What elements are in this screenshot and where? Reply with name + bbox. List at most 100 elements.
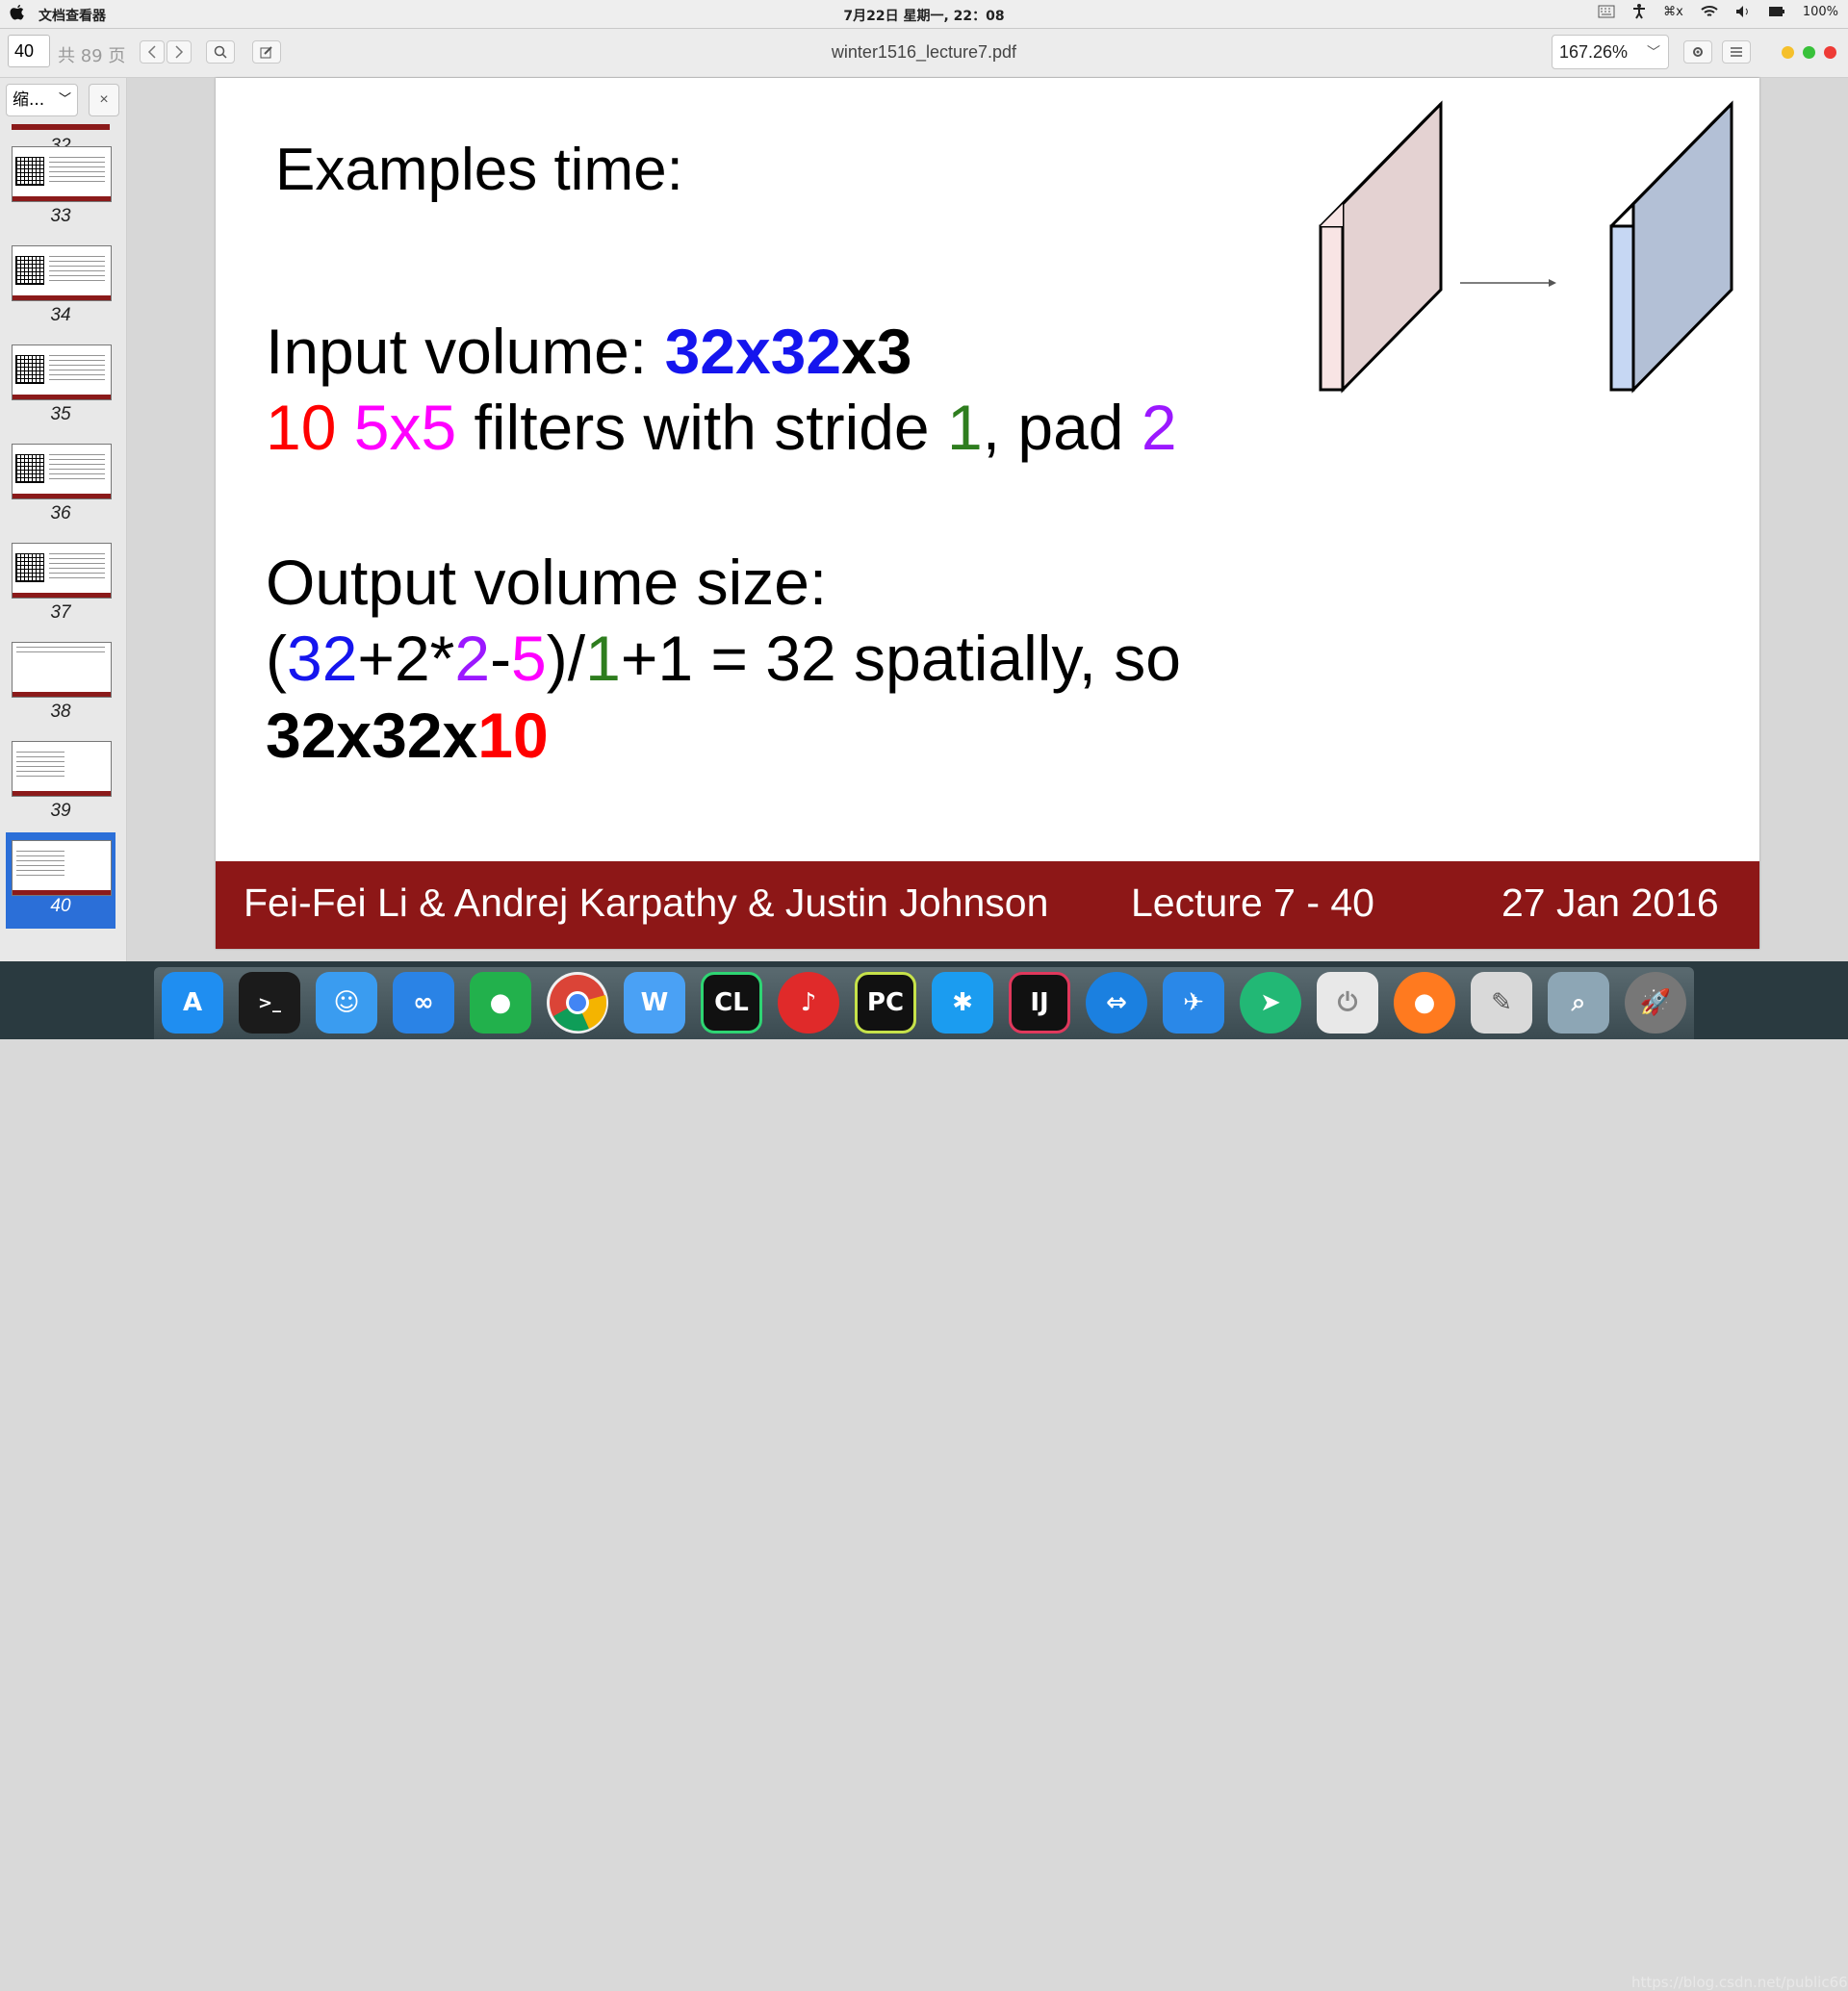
- calc-pad: 2: [454, 623, 491, 694]
- netease-music-icon[interactable]: ♪: [778, 972, 839, 1034]
- text-editor-icon[interactable]: ✎: [1471, 972, 1532, 1034]
- calc-stride: 1: [585, 623, 621, 694]
- thumbnail-page-36[interactable]: 36: [6, 440, 116, 536]
- gear-icon: [1693, 47, 1703, 57]
- volume-diagram: [1319, 100, 1733, 394]
- calc-open: (: [266, 623, 287, 694]
- calc-plus: +2*: [357, 623, 455, 694]
- thumbnail-sidebar: 缩... ﹀ × 32 33 34 35 36 37 38: [0, 78, 127, 961]
- input-spatial-size: 32x32: [664, 316, 842, 387]
- minimize-window-button[interactable]: [1782, 46, 1794, 59]
- sidebar-view-label: 缩...: [13, 90, 45, 110]
- filters-text: filters with stride: [456, 392, 947, 463]
- stride-value: 1: [946, 392, 983, 463]
- feishu-icon[interactable]: ✈: [1163, 972, 1224, 1034]
- battery-icon[interactable]: [1768, 6, 1785, 17]
- toolbar: 40 共 89 页 winter1516_lecture7.pdf 167.26…: [0, 29, 1848, 78]
- hamburger-icon: [1731, 47, 1742, 57]
- thumbnail-image: [12, 245, 112, 301]
- thumbnail-page-number: 37: [50, 602, 71, 623]
- settings-button[interactable]: [1683, 40, 1712, 64]
- xmind-icon[interactable]: ✱: [932, 972, 993, 1034]
- pdf-page: Examples time: Input volume: 32x32x3 10 …: [216, 78, 1759, 949]
- thumbnail-page-33[interactable]: 33: [6, 142, 116, 239]
- pad-value: 2: [1141, 392, 1177, 463]
- finder-icon[interactable]: ☺: [316, 972, 377, 1034]
- chrome-logo: [550, 975, 606, 1032]
- clock[interactable]: 7月22日 星期一, 22：08: [0, 6, 1848, 25]
- chevron-down-icon: ﹀: [1647, 44, 1660, 60]
- thumbnail-page-38[interactable]: 38: [6, 638, 116, 734]
- input-volume-shape: [1319, 100, 1443, 394]
- calc-filter: 5: [511, 623, 547, 694]
- wechat-icon[interactable]: ●: [470, 972, 531, 1034]
- thumbnail-image: [12, 840, 112, 896]
- document-viewer[interactable]: Examples time: Input volume: 32x32x3 10 …: [127, 78, 1848, 961]
- filter-count: 10: [266, 392, 337, 463]
- app-store-icon[interactable]: A: [162, 972, 223, 1034]
- thumbnail-page-39[interactable]: 39: [6, 737, 116, 833]
- zoom-value: 167.26%: [1559, 42, 1629, 62]
- power-icon[interactable]: ⏻: [1317, 972, 1378, 1034]
- firefox-icon[interactable]: ●: [1394, 972, 1455, 1034]
- thumbnail-image: [12, 146, 112, 202]
- result-depth: 10: [477, 700, 549, 771]
- preview-icon[interactable]: ⌕: [1548, 972, 1609, 1034]
- wifi-icon[interactable]: [1701, 5, 1718, 18]
- thumbnail-page-number: 33: [50, 206, 71, 226]
- filter-size: 5x5: [353, 392, 457, 463]
- output-volume-result: 32x32x10: [266, 699, 549, 772]
- thumbnail-page-40[interactable]: 40: [6, 832, 116, 929]
- intellij-icon[interactable]: IJ: [1009, 972, 1070, 1034]
- thumbnail-image: [12, 741, 112, 797]
- calc-minus: -: [490, 623, 512, 694]
- sidebar-view-select[interactable]: 缩... ﹀: [6, 84, 78, 116]
- thumbnail-page-35[interactable]: 35: [6, 341, 116, 437]
- dock: A >_ ☺ ∞ ● W CL ♪ PC ✱ IJ ⇔ ✈ ➤ ⏻ ● ✎ ⌕ …: [0, 961, 1848, 1991]
- dock-shelf: [154, 967, 1694, 1039]
- output-calculation-line: (32+2*2-5)/1+1 = 32 spatially, so: [266, 622, 1181, 695]
- battery-percent: 100%: [1802, 4, 1838, 19]
- thumbnail-image: [12, 124, 110, 130]
- slide-title: Examples time:: [275, 137, 683, 203]
- close-window-button[interactable]: [1824, 46, 1836, 59]
- launcher-icon[interactable]: 🚀: [1625, 972, 1686, 1034]
- thumbnail-page-number: 35: [50, 404, 71, 424]
- menu-button[interactable]: [1722, 40, 1751, 64]
- thumbnail-page-number: 39: [50, 801, 71, 821]
- teamviewer-icon[interactable]: ⇔: [1086, 972, 1147, 1034]
- thumbnail-page-number: 40: [50, 896, 71, 916]
- input-volume-label: Input volume:: [266, 316, 665, 387]
- pycharm-icon[interactable]: PC: [855, 972, 916, 1034]
- chrome-icon[interactable]: [547, 972, 608, 1034]
- footer-date: 27 Jan 2016: [1502, 881, 1719, 925]
- input-method-indicator[interactable]: ⌘x: [1663, 5, 1683, 19]
- calc-divide: )/: [546, 623, 586, 694]
- volume-icon[interactable]: [1735, 5, 1751, 18]
- filters-line: 10 5x5 filters with stride 1, pad 2: [266, 391, 1177, 464]
- telegram-icon[interactable]: ➤: [1240, 972, 1301, 1034]
- accessibility-icon[interactable]: [1632, 4, 1646, 19]
- footer-authors: Fei-Fei Li & Andrej Karpathy & Justin Jo…: [244, 881, 1049, 925]
- thumbnail-list: 32 33 34 35 36 37 38 39: [0, 124, 126, 961]
- zoom-select[interactable]: 167.26% ﹀: [1552, 35, 1669, 69]
- sidebar-close-button[interactable]: ×: [89, 84, 119, 116]
- thumbnail-page-37[interactable]: 37: [6, 539, 116, 635]
- footer-lecture: Lecture 7 - 40: [1131, 881, 1374, 925]
- thumbnail-page-34[interactable]: 34: [6, 242, 116, 338]
- terminal-icon[interactable]: >_: [239, 972, 300, 1034]
- output-volume-shape: [1609, 100, 1733, 394]
- thumbnail-image: [12, 345, 112, 400]
- clion-icon[interactable]: CL: [701, 972, 762, 1034]
- keyboard-icon[interactable]: [1598, 5, 1615, 18]
- thumbnail-page-number: 34: [50, 305, 71, 325]
- maximize-window-button[interactable]: [1803, 46, 1815, 59]
- calc-input-size: 32: [286, 623, 358, 694]
- thumbnail-image: [12, 642, 112, 698]
- wps-icon[interactable]: W: [624, 972, 685, 1034]
- input-volume-line: Input volume: 32x32x3: [266, 315, 912, 388]
- baidu-netdisk-icon[interactable]: ∞: [393, 972, 454, 1034]
- result-spatial: 32x32x: [266, 700, 478, 771]
- thumbnail-page-number: 36: [50, 503, 71, 523]
- calc-result: +1 = 32 spatially, so: [620, 623, 1181, 694]
